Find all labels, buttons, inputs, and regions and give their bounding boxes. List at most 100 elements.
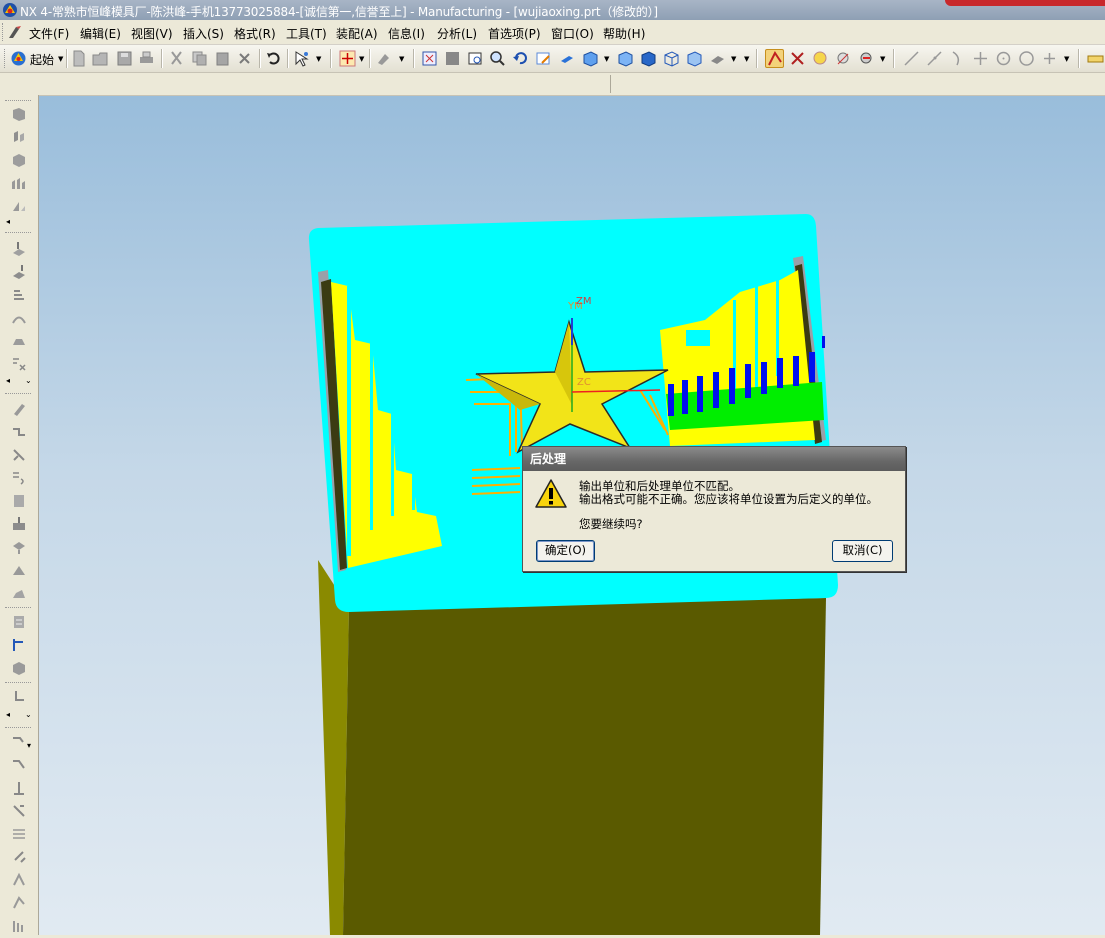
resource-grip[interactable]	[5, 100, 31, 101]
circle-icon[interactable]	[1017, 49, 1036, 68]
geometry-icon[interactable]	[10, 423, 28, 441]
contour-icon[interactable]	[10, 309, 28, 327]
feature-icon[interactable]	[10, 105, 28, 123]
cut-icon[interactable]	[167, 49, 186, 68]
postprocess-icon[interactable]	[857, 49, 876, 68]
cam-dropdown-icon[interactable]: ▼	[880, 55, 885, 63]
selection-filter-icon[interactable]	[292, 49, 311, 68]
start-dropdown-arrow-icon[interactable]: ▼	[58, 55, 63, 63]
view-hidden-icon[interactable]	[685, 49, 704, 68]
menu-edit[interactable]: 编辑(E)	[80, 25, 121, 42]
menu-tools[interactable]: 工具(T)	[286, 25, 327, 42]
collapse-arrow-icon[interactable]: ◂	[6, 376, 10, 385]
path-split-icon[interactable]	[10, 779, 28, 797]
menu-information[interactable]: 信息(I)	[388, 25, 425, 42]
shop-doc-icon[interactable]	[10, 636, 28, 654]
path-offset-icon[interactable]	[10, 894, 28, 912]
view-wireframe-icon[interactable]	[662, 49, 681, 68]
point-icon[interactable]	[971, 49, 990, 68]
mirror-icon[interactable]	[10, 197, 28, 215]
copy-icon[interactable]	[190, 49, 209, 68]
menu-preferences[interactable]: 首选项(P)	[488, 25, 541, 42]
paste-icon[interactable]	[213, 49, 232, 68]
expand-arrow-icon[interactable]: ⌄	[25, 710, 32, 719]
menu-help[interactable]: 帮助(H)	[603, 25, 645, 42]
menu-view[interactable]: 视图(V)	[131, 25, 173, 42]
list-icon[interactable]	[10, 492, 28, 510]
measure-icon[interactable]	[1086, 49, 1105, 68]
fixed-contour-icon[interactable]	[10, 332, 28, 350]
zoom-icon[interactable]	[488, 49, 507, 68]
crosshair-icon[interactable]	[1040, 49, 1059, 68]
line-point-icon[interactable]	[925, 49, 944, 68]
window-close-button[interactable]	[945, 0, 1105, 6]
verify-toolpath-icon[interactable]	[834, 49, 853, 68]
postprocessor-icon[interactable]	[10, 613, 28, 631]
collapse-arrow-icon[interactable]: ◂	[6, 217, 10, 226]
open-file-icon[interactable]	[91, 49, 110, 68]
arc-icon[interactable]	[948, 49, 967, 68]
resource-grip[interactable]	[5, 682, 31, 683]
undo-icon[interactable]	[264, 49, 283, 68]
menu-grip[interactable]	[2, 23, 6, 41]
pan-icon[interactable]	[534, 49, 553, 68]
nx-app-icon[interactable]	[2, 2, 18, 18]
program-icon[interactable]	[10, 469, 28, 487]
zoom-box-icon[interactable]	[466, 49, 485, 68]
transform-icon[interactable]	[375, 49, 394, 68]
cancel-button[interactable]: 取消(C)	[832, 540, 893, 562]
transform-path-icon[interactable]	[10, 538, 28, 556]
delete-icon[interactable]	[235, 49, 254, 68]
render-dropdown-icon[interactable]: ▼	[604, 55, 609, 63]
menu-window[interactable]: 窗口(O)	[551, 25, 594, 42]
path-edit-icon[interactable]	[10, 756, 28, 774]
dialog-title[interactable]: 后处理	[523, 447, 905, 471]
new-file-icon[interactable]	[69, 49, 88, 68]
curve-dropdown-icon[interactable]: ▼	[1064, 55, 1069, 63]
view-dropdown-icon[interactable]: ▼	[731, 55, 736, 63]
tool-holder-icon[interactable]	[10, 688, 28, 706]
collapse-arrow-icon[interactable]: ◂	[6, 710, 10, 719]
resource-grip[interactable]	[5, 232, 31, 233]
line-icon[interactable]	[902, 49, 921, 68]
snap-point-icon[interactable]	[338, 49, 357, 68]
resource-grip[interactable]	[5, 727, 31, 728]
start-icon[interactable]	[9, 49, 28, 68]
tool-icon[interactable]	[10, 400, 28, 418]
toolbar-divider[interactable]	[610, 75, 611, 93]
start-button[interactable]: 起始	[30, 51, 54, 68]
menu-assembly[interactable]: 装配(A)	[336, 25, 378, 42]
snap-dropdown-icon[interactable]: ▼	[359, 55, 364, 63]
shaded-view-icon[interactable]	[557, 49, 576, 68]
drill-icon[interactable]	[10, 515, 28, 533]
menu-analysis[interactable]: 分析(L)	[437, 25, 477, 42]
path-misc-icon[interactable]	[10, 917, 28, 935]
verify-icon[interactable]	[10, 584, 28, 602]
render-style-icon[interactable]	[581, 49, 600, 68]
path-link-icon[interactable]	[10, 802, 28, 820]
operation-dropdown-icon[interactable]: ▾	[27, 741, 31, 750]
menu-format[interactable]: 格式(R)	[234, 25, 276, 42]
rotate-icon[interactable]	[511, 49, 530, 68]
toolbar-grip[interactable]	[4, 49, 6, 68]
zoom-window-icon[interactable]	[443, 49, 462, 68]
clear-icon[interactable]	[10, 355, 28, 373]
selection-dropdown-icon[interactable]: ▼	[316, 55, 321, 63]
nx-menu-icon[interactable]	[7, 24, 23, 40]
expand-arrow-icon[interactable]: ⌄	[25, 376, 32, 385]
path-trim-icon[interactable]	[10, 825, 28, 843]
cavity-mill-icon[interactable]	[10, 263, 28, 281]
block-icon[interactable]	[10, 151, 28, 169]
method-icon[interactable]	[10, 446, 28, 464]
operation-icon[interactable]	[10, 733, 28, 751]
resource-grip[interactable]	[5, 607, 31, 608]
pattern-icon[interactable]	[10, 174, 28, 192]
print-icon[interactable]	[137, 49, 156, 68]
circle-center-icon[interactable]	[994, 49, 1013, 68]
zlevel-mill-icon[interactable]	[10, 286, 28, 304]
save-icon[interactable]	[115, 49, 134, 68]
output-cls-icon[interactable]	[10, 659, 28, 677]
view-iso-icon[interactable]	[616, 49, 635, 68]
view-front-icon[interactable]	[639, 49, 658, 68]
extrude-icon[interactable]	[10, 128, 28, 146]
